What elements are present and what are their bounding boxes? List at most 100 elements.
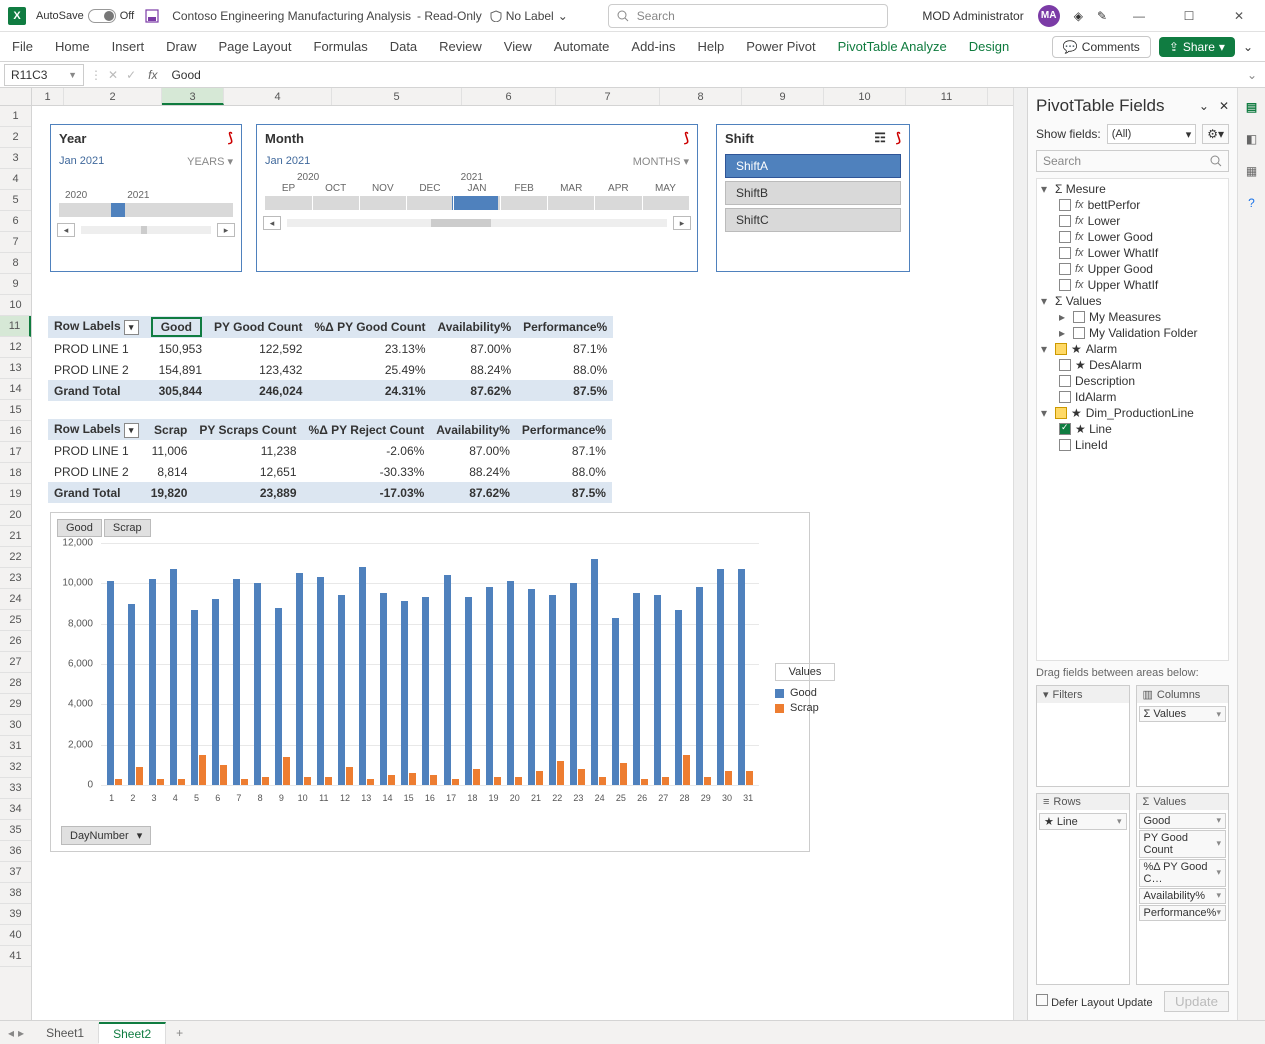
enter-formula-icon[interactable]: ✓	[126, 68, 136, 82]
sheet-nav-next[interactable]: ▸	[18, 1026, 24, 1040]
col-header[interactable]: 8	[660, 88, 742, 105]
sheet-tab[interactable]: Sheet2	[99, 1022, 166, 1044]
col-header[interactable]: 3	[162, 88, 224, 105]
ideas-rail-icon[interactable]: ◧	[1243, 130, 1261, 148]
expand-formula-icon[interactable]: ⌄	[1239, 68, 1265, 82]
row-header[interactable]: 5	[0, 190, 31, 211]
clear-filter-icon[interactable]: ⟆	[896, 130, 901, 145]
row-header[interactable]: 25	[0, 610, 31, 631]
clear-filter-icon[interactable]: ⟆	[228, 130, 233, 146]
prev-button[interactable]: ◂	[263, 216, 281, 230]
row-header[interactable]: 3	[0, 148, 31, 169]
next-button[interactable]: ▸	[217, 223, 235, 237]
next-button[interactable]: ▸	[673, 216, 691, 230]
row-header[interactable]: 19	[0, 484, 31, 505]
close-icon[interactable]: ✕	[1219, 99, 1229, 113]
add-sheet-button[interactable]: +	[166, 1026, 193, 1040]
row-header[interactable]: 40	[0, 925, 31, 946]
sheet-nav-prev[interactable]: ◂	[8, 1026, 14, 1040]
tab-powerpivot[interactable]: Power Pivot	[746, 39, 815, 54]
row-header[interactable]: 27	[0, 652, 31, 673]
area-field[interactable]: Σ Values▾	[1139, 706, 1227, 722]
worksheet-grid[interactable]: 1 2 3 4 5 6 7 8 9 10 11 1234567891011121…	[0, 88, 1013, 1020]
name-box[interactable]: R11C3▼	[4, 64, 84, 86]
save-icon[interactable]	[144, 8, 160, 24]
user-name[interactable]: MOD Administrator	[922, 9, 1023, 23]
field-item[interactable]: Description	[1037, 373, 1228, 389]
col-header[interactable]: 6	[462, 88, 556, 105]
tab-formulas[interactable]: Formulas	[314, 39, 368, 54]
field-item[interactable]: ★ DesAlarm	[1037, 357, 1228, 373]
shift-slicer[interactable]: Shift☶⟆ ShiftA ShiftB ShiftC	[716, 124, 910, 272]
row-header[interactable]: 15	[0, 400, 31, 421]
field-item[interactable]: fx Lower Good	[1037, 229, 1228, 245]
filters-area[interactable]: ▾Filters	[1036, 685, 1130, 787]
tab-pivottable-analyze[interactable]: PivotTable Analyze	[838, 39, 947, 54]
area-field[interactable]: ★ Line▾	[1039, 813, 1127, 830]
row-header[interactable]: 17	[0, 442, 31, 463]
row-header[interactable]: 30	[0, 715, 31, 736]
autosave-toggle[interactable]: AutoSave Off	[36, 9, 134, 23]
show-fields-select[interactable]: (All)▾	[1107, 124, 1197, 144]
field-item[interactable]: ▸ My Measures	[1037, 309, 1228, 325]
field-item[interactable]: fx bettPerfor	[1037, 197, 1228, 213]
tab-pagelayout[interactable]: Page Layout	[219, 39, 292, 54]
field-item[interactable]: LineId	[1037, 437, 1228, 453]
update-button[interactable]: Update	[1164, 991, 1229, 1012]
row-header[interactable]: 12	[0, 337, 31, 358]
row-header[interactable]: 13	[0, 358, 31, 379]
area-field[interactable]: Good▾	[1139, 813, 1227, 829]
filter-dropdown-icon[interactable]: ▾	[124, 423, 139, 438]
tab-design[interactable]: Design	[969, 39, 1009, 54]
tab-help[interactable]: Help	[697, 39, 724, 54]
row-header[interactable]: 33	[0, 778, 31, 799]
area-field[interactable]: Performance%▾	[1139, 905, 1227, 921]
pivot-table-scrap[interactable]: Row Labels▾ScrapPY Scraps Count%Δ PY Rej…	[48, 419, 612, 503]
rows-area[interactable]: ≡Rows★ Line▾	[1036, 793, 1130, 986]
row-header[interactable]: 37	[0, 862, 31, 883]
datatypes-rail-icon[interactable]: ▦	[1243, 162, 1261, 180]
horizontal-scrollbar[interactable]	[193, 1026, 1265, 1040]
row-header[interactable]: 35	[0, 820, 31, 841]
tab-review[interactable]: Review	[439, 39, 482, 54]
col-header[interactable]: 5	[332, 88, 462, 105]
row-header[interactable]: 41	[0, 946, 31, 967]
col-header[interactable]: 2	[64, 88, 162, 105]
field-item[interactable]: fx Lower WhatIf	[1037, 245, 1228, 261]
multiselect-icon[interactable]: ☶	[874, 130, 886, 145]
row-header[interactable]: 18	[0, 463, 31, 484]
field-item[interactable]: fx Upper WhatIf	[1037, 277, 1228, 293]
month-timeline-slicer[interactable]: Month⟆ Jan 2021MONTHS ▾ 20202021 EPOCTNO…	[256, 124, 698, 272]
defer-update-checkbox[interactable]: Defer Layout Update	[1036, 994, 1153, 1009]
search-input[interactable]: Search	[608, 4, 888, 28]
cancel-formula-icon[interactable]: ✕	[108, 68, 118, 82]
year-timeline-slicer[interactable]: Year⟆ Jan 2021YEARS ▾ 20202021 ◂▸	[50, 124, 242, 272]
row-header[interactable]: 9	[0, 274, 31, 295]
draw-icon[interactable]: ✎	[1097, 9, 1107, 23]
tab-home[interactable]: Home	[55, 39, 90, 54]
row-header[interactable]: 26	[0, 631, 31, 652]
area-field[interactable]: PY Good Count▾	[1139, 830, 1227, 858]
close-button[interactable]: ✕	[1221, 2, 1257, 30]
tab-automate[interactable]: Automate	[554, 39, 610, 54]
col-header[interactable]: 11	[906, 88, 988, 105]
prev-button[interactable]: ◂	[57, 223, 75, 237]
row-header[interactable]: 36	[0, 841, 31, 862]
col-header[interactable]: 7	[556, 88, 660, 105]
gear-icon[interactable]: ⚙▾	[1202, 124, 1229, 144]
columns-area[interactable]: ▥ColumnsΣ Values▾	[1136, 685, 1230, 787]
row-header[interactable]: 21	[0, 526, 31, 547]
sheet-tab[interactable]: Sheet1	[32, 1023, 99, 1043]
row-header[interactable]: 6	[0, 211, 31, 232]
row-header[interactable]: 8	[0, 253, 31, 274]
row-header[interactable]: 1	[0, 106, 31, 127]
diamond-icon[interactable]: ◈	[1074, 9, 1083, 23]
formula-input[interactable]: Good	[165, 68, 1238, 82]
row-header[interactable]: 24	[0, 589, 31, 610]
row-header[interactable]: 23	[0, 568, 31, 589]
chevron-down-icon[interactable]: ⌄	[1199, 99, 1209, 113]
col-header[interactable]: 9	[742, 88, 824, 105]
tab-data[interactable]: Data	[390, 39, 417, 54]
field-item[interactable]: ★ Line	[1037, 421, 1228, 437]
row-header[interactable]: 14	[0, 379, 31, 400]
